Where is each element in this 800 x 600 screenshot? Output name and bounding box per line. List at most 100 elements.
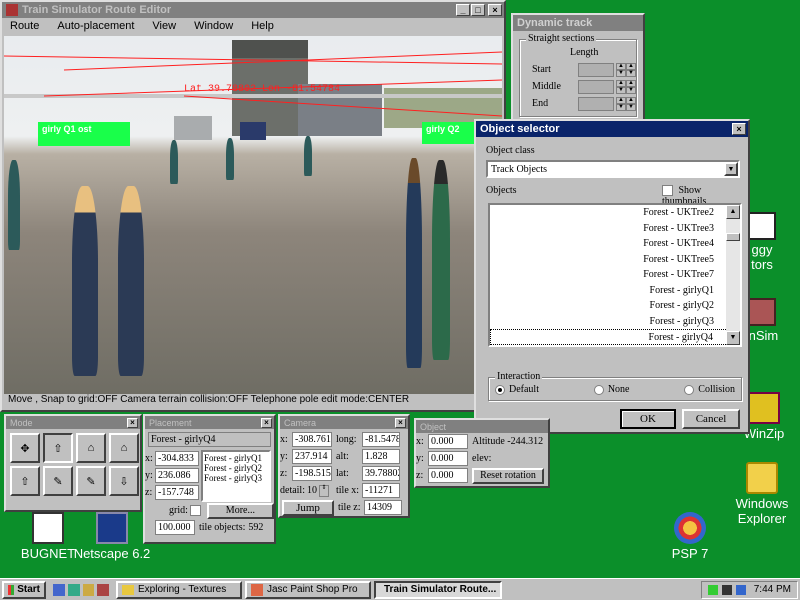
object-x-field[interactable]: 0.000 bbox=[428, 434, 468, 449]
more-button[interactable]: More... bbox=[206, 502, 274, 519]
placement-titlebar[interactable]: Placement × bbox=[145, 416, 274, 429]
dynamic-track-titlebar[interactable]: Dynamic track bbox=[513, 15, 643, 31]
taskbar-item-route-editor[interactable]: Train Simulator Route... bbox=[374, 580, 502, 599]
minimize-button[interactable]: _ bbox=[456, 4, 470, 16]
list-item[interactable]: Forest - girlyQ3 bbox=[490, 314, 740, 330]
object-z-field[interactable]: 0.000 bbox=[428, 468, 468, 483]
move-mode-button[interactable]: ✥ bbox=[10, 433, 40, 463]
edit-terrain-button[interactable]: ✎ bbox=[43, 466, 73, 496]
edit-slope-button[interactable]: ✎ bbox=[76, 466, 106, 496]
raise-mode-button[interactable]: ⌂ bbox=[76, 433, 106, 463]
camera-tile-x-field[interactable]: -11271 bbox=[362, 483, 400, 498]
radio-circle[interactable] bbox=[684, 384, 695, 395]
list-item[interactable]: Forest - UKTree3 bbox=[490, 221, 740, 237]
spin-up-arrow-icon[interactable]: ▲ bbox=[626, 96, 636, 104]
close-button[interactable]: × bbox=[261, 417, 272, 428]
camera-titlebar[interactable]: Camera × bbox=[280, 416, 408, 429]
grid-checkbox[interactable] bbox=[189, 505, 201, 516]
camera-y-field[interactable]: 237.914 bbox=[292, 449, 332, 464]
taskbar-item-explorer[interactable]: Exploring - Textures bbox=[116, 580, 242, 599]
spin-up-arrow-icon[interactable]: ▲ bbox=[626, 62, 636, 70]
placed-object-figure[interactable] bbox=[406, 158, 422, 368]
object-y-field[interactable]: 0.000 bbox=[428, 451, 468, 466]
menu-help[interactable]: Help bbox=[249, 20, 276, 34]
placement-z-field[interactable]: -157.748 bbox=[155, 485, 199, 500]
speaker-icon[interactable] bbox=[721, 584, 732, 595]
mode-titlebar[interactable]: Mode × bbox=[6, 416, 140, 429]
channels-icon[interactable] bbox=[97, 583, 109, 596]
scroll-thumb[interactable] bbox=[726, 233, 740, 241]
menu-route[interactable]: Route bbox=[8, 20, 41, 34]
browser-icon[interactable] bbox=[67, 583, 80, 596]
scroll-up-arrow-icon[interactable]: ▲ bbox=[726, 205, 740, 219]
route-editor-titlebar[interactable]: Train Simulator Route Editor _ □ × bbox=[2, 2, 504, 18]
network-icon[interactable] bbox=[707, 584, 718, 595]
camera-long-field[interactable]: -81.5478 bbox=[362, 432, 400, 447]
object-selector-titlebar[interactable]: Object selector × bbox=[476, 121, 748, 137]
object-titlebar[interactable]: Object bbox=[416, 420, 548, 433]
placed-object-figure[interactable] bbox=[304, 136, 312, 176]
placed-object-figure[interactable] bbox=[72, 186, 98, 376]
camera-z-field[interactable]: -198.515 bbox=[292, 466, 332, 481]
radio-collision[interactable]: Collision bbox=[684, 384, 735, 395]
tray-app-icon[interactable] bbox=[735, 584, 746, 595]
spin-down-arrow-icon[interactable]: ▼ bbox=[616, 69, 626, 77]
spin-up-arrow-icon[interactable]: ▲ bbox=[626, 79, 636, 87]
close-button[interactable]: × bbox=[395, 417, 406, 428]
place-mode-button[interactable]: ⌂ bbox=[109, 433, 139, 463]
3d-viewport[interactable]: Lat 39.78802 Lon -81.54784 girly Q1 ost … bbox=[4, 36, 502, 394]
list-item[interactable]: Forest - UKTree5 bbox=[490, 252, 740, 268]
list-item[interactable]: Forest - girlyQ2 bbox=[490, 298, 740, 314]
reset-rotation-button[interactable]: Reset rotation bbox=[472, 467, 544, 484]
clock[interactable]: 7:44 PM bbox=[754, 584, 791, 595]
spin-up-arrow-icon[interactable]: ▲ bbox=[616, 96, 626, 104]
placed-object-figure[interactable] bbox=[226, 138, 234, 180]
detail-value[interactable]: 10 bbox=[307, 485, 317, 496]
placed-object-figure[interactable] bbox=[8, 160, 20, 250]
recent-objects-list[interactable]: Forest - girlyQ1 Forest - girlyQ2 Forest… bbox=[201, 450, 271, 502]
menu-view[interactable]: View bbox=[150, 20, 178, 34]
spin-down-arrow-icon[interactable]: ▼ bbox=[626, 103, 636, 111]
objects-list[interactable]: Forest - UKTree2 Forest - UKTree3 Forest… bbox=[488, 203, 742, 347]
menu-auto-placement[interactable]: Auto-placement bbox=[55, 20, 136, 34]
cancel-button[interactable]: Cancel bbox=[682, 409, 740, 429]
middle-length-input[interactable] bbox=[578, 79, 614, 94]
close-button[interactable]: × bbox=[732, 123, 746, 135]
drop-mode-button[interactable]: ⇩ bbox=[109, 466, 139, 496]
list-item-selected[interactable]: Forest - girlyQ4 bbox=[490, 329, 740, 345]
spin-down-arrow-icon[interactable]: ▼ bbox=[626, 69, 636, 77]
rotate-mode-button[interactable]: ⇧ bbox=[43, 433, 73, 463]
list-scrollbar[interactable]: ▲ ▼ bbox=[726, 205, 740, 345]
desktop-icon-netscape[interactable]: Netscape 6.2 bbox=[72, 512, 152, 561]
placed-object-figure[interactable] bbox=[432, 160, 450, 360]
taskbar-item-paintshop[interactable]: Jasc Paint Shop Pro bbox=[245, 580, 371, 599]
radio-circle[interactable] bbox=[495, 384, 505, 395]
end-length-input[interactable] bbox=[578, 96, 614, 111]
start-length-input[interactable] bbox=[578, 62, 614, 77]
maximize-button[interactable]: □ bbox=[471, 4, 485, 16]
placement-x-field[interactable]: -304.833 bbox=[155, 451, 199, 466]
spin-up-arrow-icon[interactable]: ▲ bbox=[616, 62, 626, 70]
chevron-down-icon[interactable]: ▼ bbox=[724, 162, 738, 176]
jump-button[interactable]: Jump bbox=[282, 499, 334, 516]
list-item[interactable]: Forest - girlyQ3 bbox=[204, 473, 268, 483]
spin-up-arrow-icon[interactable]: ▲ bbox=[616, 79, 626, 87]
camera-x-field[interactable]: -308.761 bbox=[292, 432, 332, 447]
spin-down-arrow-icon[interactable]: ▼ bbox=[626, 86, 636, 94]
close-button[interactable]: × bbox=[127, 417, 138, 428]
close-button[interactable]: × bbox=[488, 4, 502, 16]
grid-size-field[interactable]: 100.000 bbox=[155, 520, 195, 535]
placement-y-field[interactable]: 236.086 bbox=[155, 468, 199, 483]
spin-down-arrow-icon[interactable]: ▼ bbox=[616, 103, 626, 111]
list-item[interactable]: Forest - UKTree2 bbox=[490, 205, 740, 221]
scroll-down-arrow-icon[interactable]: ▼ bbox=[726, 331, 740, 345]
list-item[interactable]: Forest - UKTree7 bbox=[490, 267, 740, 283]
placed-object-figure[interactable] bbox=[118, 186, 144, 376]
menu-window[interactable]: Window bbox=[192, 20, 235, 34]
checkbox-box[interactable] bbox=[662, 185, 673, 197]
lift-mode-button[interactable]: ⇧ bbox=[10, 466, 40, 496]
ok-button[interactable]: OK bbox=[620, 409, 676, 429]
spin-arrows-icon[interactable]: ⇕ bbox=[319, 484, 329, 497]
radio-none[interactable]: None bbox=[593, 384, 629, 395]
desktop-icon-windows-explorer[interactable]: Windows Explorer bbox=[722, 462, 800, 526]
